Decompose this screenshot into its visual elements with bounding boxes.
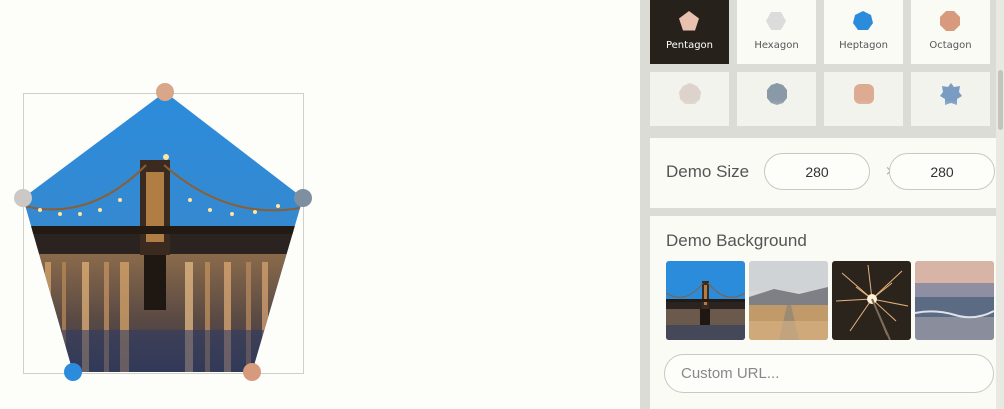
shape-tile-label: Hexagon	[754, 40, 799, 51]
left-vertex-handle[interactable]	[14, 189, 32, 207]
heptagon-icon	[853, 11, 873, 30]
demo-size-card: Demo Size 280 × 280	[650, 138, 1004, 208]
panel-scrollbar-thumb[interactable]	[998, 70, 1003, 130]
nonagon-icon	[679, 83, 701, 104]
demo-stage	[14, 83, 312, 381]
shape-tile-heptagon[interactable]: Heptagon	[824, 0, 903, 64]
settings-panel: Pentagon Hexagon Heptagon Octagon Demo S…	[640, 0, 1004, 409]
shape-tile-label: Pentagon	[665, 40, 714, 51]
hexagon-icon	[766, 12, 786, 30]
custom-url-input[interactable]	[664, 354, 994, 393]
demo-size-title: Demo Size	[666, 162, 750, 181]
height-input[interactable]: 280	[889, 153, 995, 190]
right-vertex-handle[interactable]	[294, 189, 312, 207]
shape-tile-nonagon[interactable]	[650, 72, 729, 126]
panel-scrollbar[interactable]	[996, 0, 1004, 409]
desert-road-thumbnail[interactable]	[749, 261, 828, 340]
beach-sunset-thumbnail[interactable]	[915, 261, 994, 340]
shape-tile-rounded-square[interactable]	[824, 72, 903, 126]
shape-tile-hexagon[interactable]: Hexagon	[737, 0, 816, 64]
bottom-left-vertex-handle[interactable]	[64, 363, 82, 381]
pentagon-icon	[679, 11, 699, 31]
shape-tile-octagon[interactable]: Octagon	[911, 0, 990, 64]
shape-tile-pentagon[interactable]: Pentagon	[650, 0, 729, 64]
shape-tile-star[interactable]	[911, 72, 990, 126]
width-input[interactable]: 280	[764, 153, 870, 190]
clipped-demo-image	[23, 92, 303, 372]
sparkler-thumbnail[interactable]	[832, 261, 911, 340]
decagon-icon	[767, 83, 787, 105]
shape-tile-decagon[interactable]	[737, 72, 816, 126]
bottom-right-vertex-handle[interactable]	[243, 363, 261, 381]
top-vertex-handle[interactable]	[156, 83, 174, 101]
demo-background-title: Demo Background	[666, 231, 807, 250]
shape-tile-label: Octagon	[929, 40, 972, 51]
rounded-square-icon	[854, 84, 874, 104]
shape-tile-label: Heptagon	[839, 40, 888, 51]
bridge-thumbnail[interactable]	[666, 261, 745, 340]
octagon-icon	[940, 11, 960, 31]
demo-background-card: Demo Background	[650, 216, 1004, 409]
demo-canvas	[0, 0, 640, 409]
star-shape-icon	[940, 83, 962, 105]
